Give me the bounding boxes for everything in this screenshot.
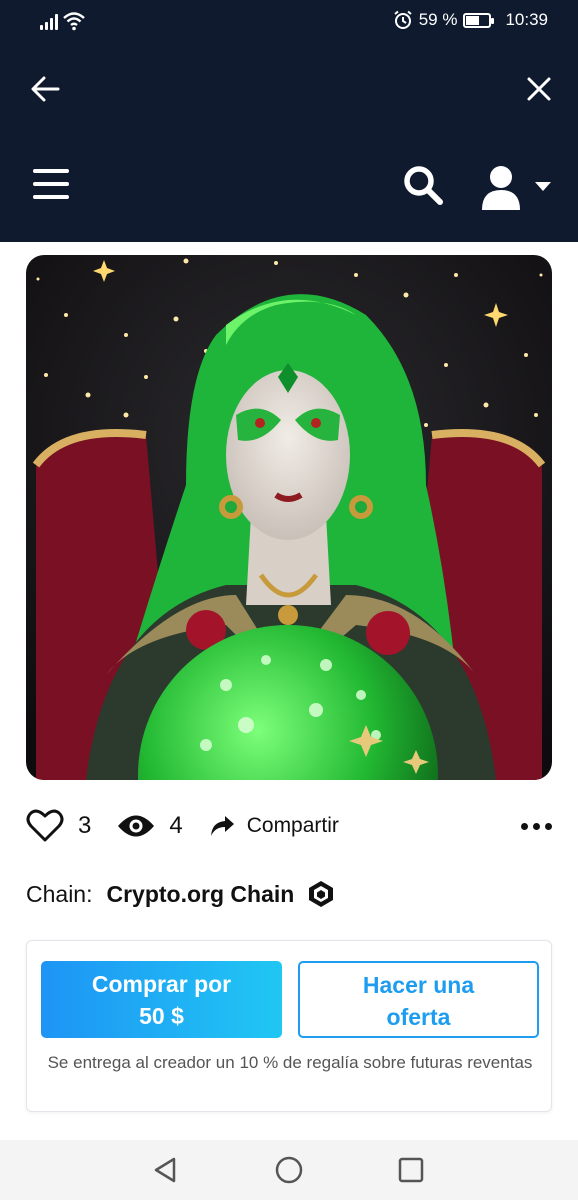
offer-button-label-2: oferta [386,1004,451,1030]
buy-button-price: 50 $ [139,1003,184,1029]
offer-button-label-1: Hacer una [362,972,475,998]
signal-icon [40,12,58,30]
more-icon-dot [521,822,528,830]
menu-button[interactable] [28,162,74,206]
artwork-image[interactable] [26,255,552,780]
purchase-panel: Comprar por 50 $ Hacer una oferta Se ent… [26,940,552,1112]
site-nav-bar [0,132,578,242]
system-nav-bar [0,1140,578,1200]
chain-label: Chain: [26,880,93,907]
more-icon-dot [533,822,540,830]
share-button[interactable]: Compartir [209,814,339,838]
artwork-actions: 3 4 Compartir [26,800,552,852]
top-app-bar [0,44,578,132]
close-icon [527,77,551,101]
heart-icon[interactable] [26,809,64,843]
buy-button[interactable]: Comprar por 50 $ [41,961,282,1038]
views-count: 4 [169,812,183,839]
chain-logo-icon [308,880,334,908]
battery-percent: 59 % [418,10,458,29]
close-button[interactable] [522,72,556,106]
make-offer-button[interactable]: Hacer una oferta [298,961,539,1038]
caret-down-icon [535,182,551,191]
status-bar: 59 % 10:39 [0,0,578,44]
user-menu-button[interactable] [476,162,556,212]
eye-icon [118,815,155,837]
arrow-left-icon [31,76,60,102]
hamburger-icon [33,169,69,199]
back-triangle-icon[interactable] [152,1156,178,1184]
buy-button-label: Comprar por [91,971,232,997]
home-circle-icon[interactable] [274,1155,304,1185]
user-icon [482,166,520,210]
search-icon [404,166,443,205]
search-button[interactable] [400,162,446,208]
clock: 10:39 [505,10,548,29]
battery-icon [463,12,495,28]
likes-count: 3 [78,812,92,839]
artwork-illustration [26,255,552,780]
share-label: Compartir [246,814,339,837]
battery-level [466,15,480,25]
back-button[interactable] [28,72,62,106]
wifi-icon [63,12,85,31]
more-icon-dot [545,822,552,830]
royalty-note: Se entrega al creador un 10 % de regalía… [47,1053,533,1072]
chain-name[interactable]: Crypto.org Chain [106,881,294,908]
chain-info: Chain: Crypto.org Chain [26,880,334,908]
alarm-icon [394,10,412,29]
recents-square-icon[interactable] [397,1156,425,1184]
more-options-button[interactable] [521,822,552,830]
share-arrow-icon [210,816,234,836]
